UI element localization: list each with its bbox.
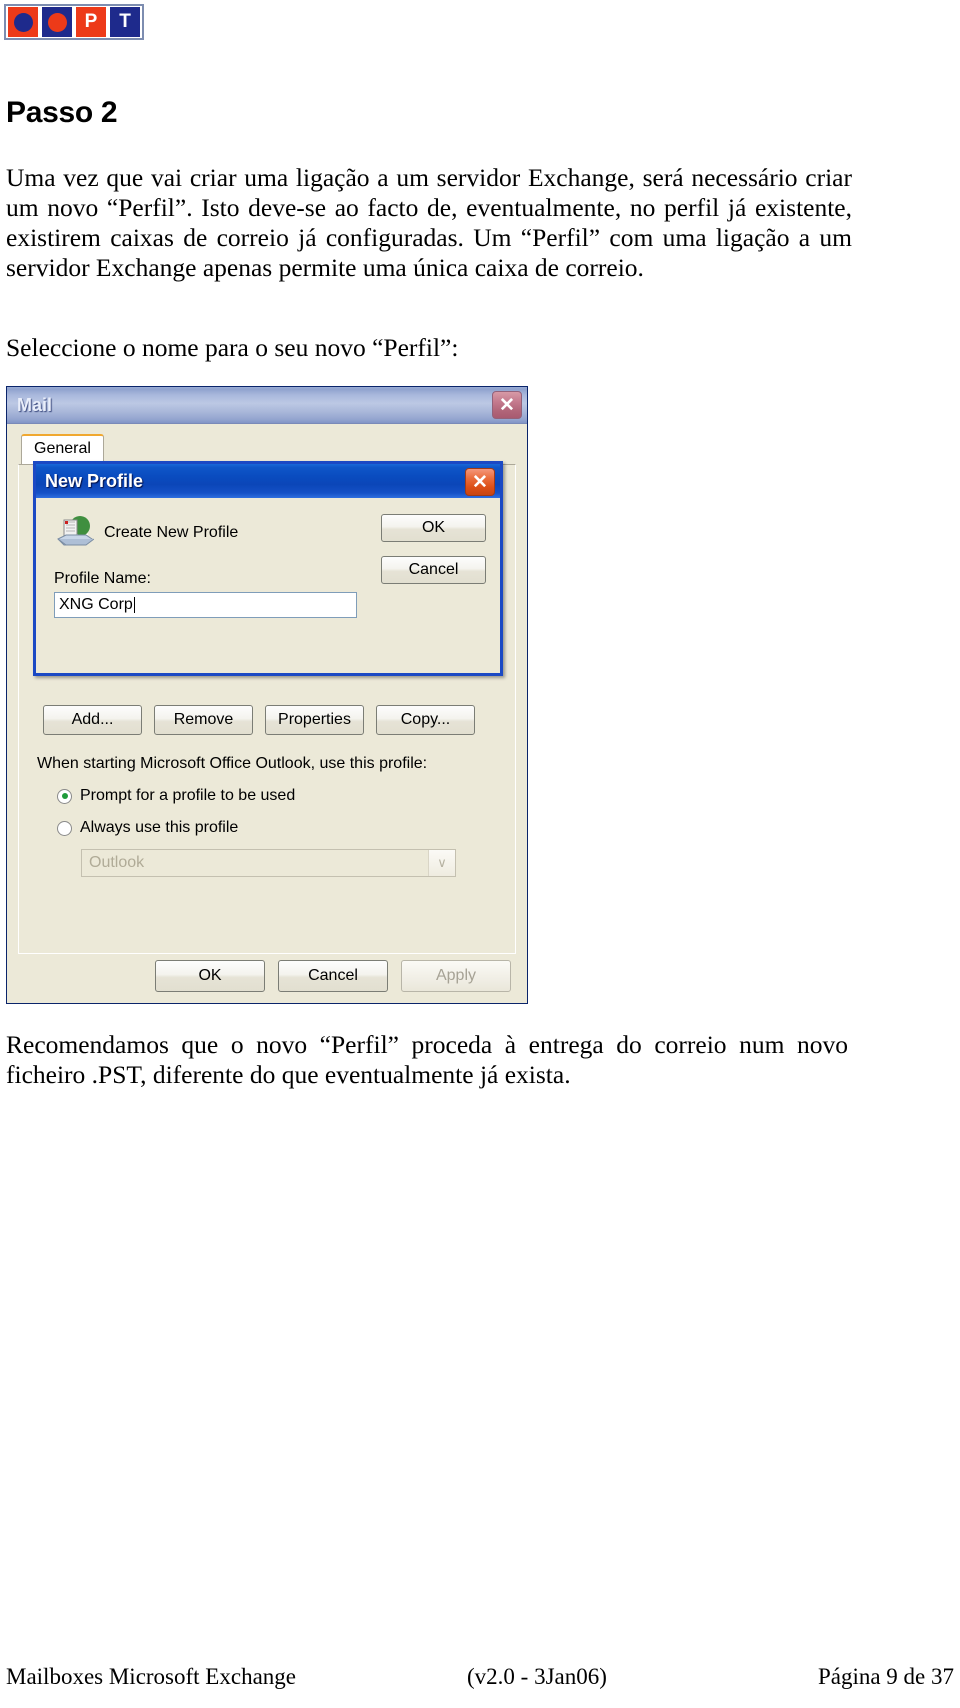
logo-circle-orange-icon bbox=[47, 12, 67, 32]
chevron-down-icon[interactable]: ∨ bbox=[428, 850, 455, 876]
mail-cancel-button[interactable]: Cancel bbox=[278, 960, 388, 992]
logo-square-t: T bbox=[110, 7, 140, 37]
default-profile-value: Outlook bbox=[89, 854, 145, 871]
closing-paragraph: Recomendamos que o novo “Perfil” proceda… bbox=[6, 1030, 848, 1089]
radio-always-use-profile[interactable]: Always use this profile bbox=[57, 819, 238, 837]
mail-dialog-titlebar: Mail ✕ bbox=[7, 387, 527, 424]
pt-logo: P T bbox=[4, 4, 144, 40]
radio-prompt-for-profile[interactable]: Prompt for a profile to be used bbox=[57, 787, 295, 805]
new-profile-titlebar: New Profile ✕ bbox=[36, 464, 500, 498]
logo-circle-blue-icon bbox=[13, 12, 33, 32]
radio-unselected-icon bbox=[57, 820, 72, 836]
footer-right: Página 9 de 37 bbox=[817, 1664, 954, 1689]
radio-selected-icon bbox=[57, 788, 72, 804]
remove-button[interactable]: Remove bbox=[154, 705, 253, 735]
profile-name-label: Profile Name: bbox=[54, 570, 151, 587]
instruction-paragraph: Seleccione o nome para o seu novo “Perfi… bbox=[6, 333, 459, 362]
mail-dialog-body: General New Profile ✕ Create New Profile… bbox=[7, 424, 527, 1004]
mail-close-icon[interactable]: ✕ bbox=[492, 391, 522, 419]
radio-always-label: Always use this profile bbox=[80, 819, 239, 836]
footer-left: Mailboxes Microsoft Exchange bbox=[6, 1664, 296, 1689]
new-profile-ok-button[interactable]: OK bbox=[381, 514, 486, 542]
profile-name-value: XNG Corp bbox=[59, 596, 133, 613]
logo-square-1 bbox=[8, 7, 38, 37]
copy-button[interactable]: Copy... bbox=[376, 705, 475, 735]
new-profile-title: New Profile bbox=[45, 470, 144, 491]
mail-dialog-title: Mail bbox=[17, 394, 53, 415]
create-new-profile-label: Create New Profile bbox=[104, 524, 239, 541]
default-profile-combobox[interactable]: Outlook ∨ bbox=[81, 849, 456, 877]
profile-name-input[interactable]: XNG Corp bbox=[54, 592, 357, 618]
new-profile-dialog: New Profile ✕ Create New Profile Profile… bbox=[33, 461, 503, 676]
new-profile-cancel-button[interactable]: Cancel bbox=[381, 556, 486, 584]
intro-paragraph: Uma vez que vai criar uma ligação a um s… bbox=[6, 163, 852, 282]
properties-button[interactable]: Properties bbox=[265, 705, 364, 735]
new-profile-body: Create New Profile Profile Name: XNG Cor… bbox=[36, 498, 500, 673]
new-profile-close-icon[interactable]: ✕ bbox=[465, 468, 495, 496]
mail-dialog-footer-buttons: OK Cancel Apply bbox=[155, 960, 511, 992]
logo-square-p: P bbox=[76, 7, 106, 37]
document-page: P T Passo 2 Uma vez que vai criar uma li… bbox=[0, 0, 960, 1708]
add-button[interactable]: Add... bbox=[43, 705, 142, 735]
tabstrip: General bbox=[18, 434, 516, 464]
mail-dialog: Mail ✕ General New Profile ✕ Create New … bbox=[6, 386, 528, 1004]
mail-apply-button: Apply bbox=[401, 960, 511, 992]
page-title: Passo 2 bbox=[6, 96, 118, 129]
mail-ok-button[interactable]: OK bbox=[155, 960, 265, 992]
startup-profile-label: When starting Microsoft Office Outlook, … bbox=[37, 755, 428, 772]
logo-square-2 bbox=[42, 7, 72, 37]
profile-actions: Add... Remove Properties Copy... bbox=[43, 705, 475, 735]
footer-middle: (v2.0 - 3Jan06) bbox=[467, 1664, 607, 1689]
general-tab-panel: New Profile ✕ Create New Profile Profile… bbox=[18, 461, 516, 954]
text-caret bbox=[133, 597, 135, 613]
radio-prompt-label: Prompt for a profile to be used bbox=[80, 787, 296, 804]
create-profile-icon bbox=[54, 512, 95, 552]
page-footer: Mailboxes Microsoft Exchange (v2.0 - 3Ja… bbox=[6, 1664, 954, 1690]
tab-general[interactable]: General bbox=[21, 434, 104, 464]
